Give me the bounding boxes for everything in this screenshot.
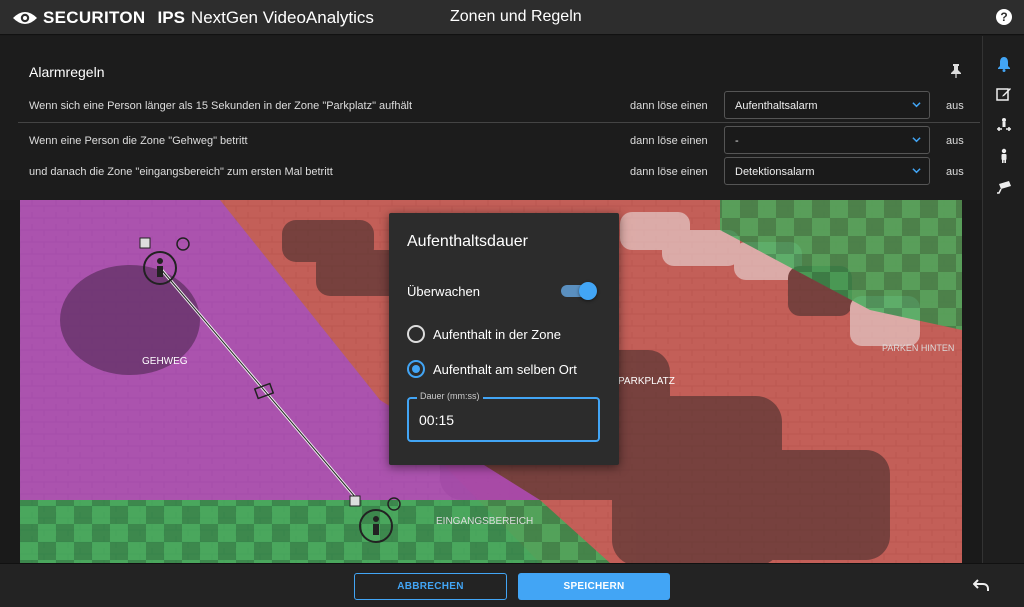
alarm-type-select[interactable]: Detektionsalarm bbox=[724, 157, 930, 185]
rule-row: und danach die Zone "eingangsbereich" zu… bbox=[0, 157, 982, 187]
rule-row: Wenn sich eine Person länger als 15 Seku… bbox=[0, 91, 982, 121]
dwell-time-dialog: Aufenthaltsdauer Überwachen Aufenthalt i… bbox=[389, 213, 619, 465]
select-value: Detektionsalarm bbox=[735, 166, 815, 178]
chevron-down-icon bbox=[912, 102, 921, 108]
chevron-down-icon bbox=[912, 137, 921, 143]
rules-title: Alarmregeln bbox=[29, 64, 105, 80]
alarm-type-select[interactable]: - bbox=[724, 126, 930, 154]
eye-logo-icon bbox=[13, 12, 37, 24]
rule-text: Wenn sich eine Person länger als 15 Seku… bbox=[29, 100, 413, 112]
rule-then-label: dann löse einen bbox=[630, 166, 708, 178]
save-button[interactable]: SPEICHERN bbox=[518, 573, 670, 600]
rule-suffix: aus bbox=[946, 135, 964, 147]
product-name: NextGen VideoAnalytics bbox=[190, 8, 374, 27]
select-value: Aufenthaltsalarm bbox=[735, 100, 818, 112]
radio-button[interactable] bbox=[407, 325, 425, 343]
bell-icon[interactable] bbox=[996, 56, 1012, 72]
alarm-type-select[interactable]: Aufenthaltsalarm bbox=[724, 91, 930, 119]
cancel-button[interactable]: ABBRECHEN bbox=[354, 573, 507, 600]
dialog-title: Aufenthaltsdauer bbox=[407, 233, 528, 250]
edit-icon[interactable] bbox=[996, 86, 1012, 102]
page-title: Zonen und Regeln bbox=[450, 8, 582, 25]
toggle-knob bbox=[579, 282, 597, 300]
rule-text: Wenn eine Person die Zone "Gehweg" betri… bbox=[29, 135, 248, 147]
footer-bar: ABBRECHEN SPEICHERN bbox=[0, 563, 1024, 607]
watch-toggle[interactable] bbox=[561, 282, 597, 300]
duration-field[interactable]: Dauer (mm:ss) 00:15 bbox=[407, 391, 600, 442]
camera-icon[interactable] bbox=[996, 179, 1012, 195]
zone-label-parkplatz: PARKPLATZ bbox=[618, 376, 675, 387]
undo-icon[interactable] bbox=[973, 578, 989, 592]
product-bold: IPS bbox=[157, 8, 185, 27]
zone-label-parken-hinten: PARKEN HINTEN bbox=[882, 343, 954, 353]
divider bbox=[18, 122, 980, 123]
rule-then-label: dann löse einen bbox=[630, 100, 708, 112]
zone-label-gehweg: GEHWEG bbox=[142, 356, 188, 367]
radio-label: Aufenthalt in der Zone bbox=[433, 327, 561, 342]
radio-button-selected[interactable] bbox=[407, 360, 425, 378]
brand-name: SECURITON bbox=[43, 8, 146, 27]
alarm-rules-panel: Alarmregeln Wenn sich eine Person länger… bbox=[0, 36, 982, 200]
duration-value[interactable]: 00:15 bbox=[419, 412, 454, 428]
people-zone-icon[interactable] bbox=[996, 117, 1012, 133]
zone-label-eingangsbereich: EINGANGSBEREICH bbox=[436, 516, 533, 527]
brand-logo: SECURITON IPS NextGen VideoAnalytics bbox=[12, 7, 374, 29]
rule-row: Wenn eine Person die Zone "Gehweg" betri… bbox=[0, 126, 982, 156]
rule-suffix: aus bbox=[946, 166, 964, 178]
app-header: SECURITON IPS NextGen VideoAnalytics Zon… bbox=[0, 0, 1024, 35]
right-sidebar bbox=[982, 36, 1024, 563]
select-value: - bbox=[735, 135, 739, 147]
watch-label: Überwachen bbox=[407, 284, 480, 299]
rule-text: und danach die Zone "eingangsbereich" zu… bbox=[29, 166, 333, 178]
duration-label: Dauer (mm:ss) bbox=[417, 391, 483, 401]
person-icon[interactable] bbox=[996, 148, 1012, 164]
pin-icon[interactable] bbox=[950, 63, 962, 79]
rule-then-label: dann löse einen bbox=[630, 135, 708, 147]
zone-eingangsbereich bbox=[20, 500, 610, 563]
radio-label: Aufenthalt am selben Ort bbox=[433, 362, 577, 377]
help-icon[interactable]: ? bbox=[996, 9, 1012, 25]
rule-suffix: aus bbox=[946, 100, 964, 112]
chevron-down-icon bbox=[912, 168, 921, 174]
